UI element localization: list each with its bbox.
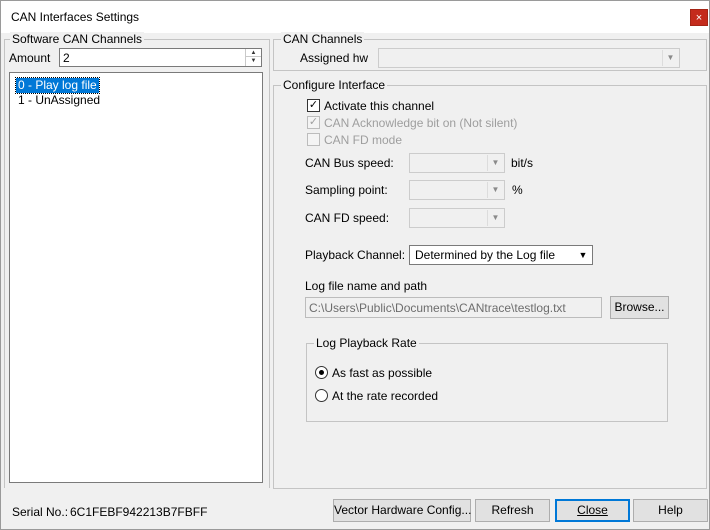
radio-rate-recorded[interactable] (315, 389, 328, 402)
bus-speed-dropdown[interactable]: ▼ (409, 153, 505, 173)
ack-label: CAN Acknowledge bit on (Not silent) (324, 116, 518, 130)
playback-channel-dropdown[interactable]: Determined by the Log file ▼ (409, 245, 593, 265)
sampling-point-label: Sampling point: (305, 183, 388, 197)
radio-as-fast-label: As fast as possible (332, 366, 433, 380)
close-button[interactable]: Close (555, 499, 630, 522)
can-channels-legend: CAN Channels (281, 32, 365, 46)
spin-up-icon[interactable]: ▲ (246, 49, 261, 57)
playback-channel-value: Determined by the Log file (415, 248, 556, 262)
playback-rate-legend: Log Playback Rate (314, 336, 419, 350)
amount-spin-buttons: ▲ ▼ (245, 49, 261, 66)
log-file-field[interactable]: C:\Users\Public\Documents\CANtrace\testl… (305, 297, 602, 318)
title-bar: CAN Interfaces Settings × (1, 1, 709, 33)
fd-mode-label: CAN FD mode (324, 133, 403, 147)
playback-rate-group (306, 343, 668, 422)
radio-rate-recorded-label: At the rate recorded (332, 389, 439, 403)
fd-speed-dropdown[interactable]: ▼ (409, 208, 505, 228)
vector-hardware-config-button[interactable]: Vector Hardware Config... (333, 499, 471, 522)
radio-as-fast[interactable] (315, 366, 328, 379)
fd-mode-checkbox[interactable] (307, 133, 320, 146)
channel-list[interactable]: 0 - Play log file 1 - UnAssigned (9, 72, 263, 483)
assigned-hw-dropdown[interactable]: ▼ (378, 48, 680, 68)
amount-value: 2 (63, 51, 70, 65)
browse-button[interactable]: Browse... (610, 296, 669, 319)
chevron-down-icon: ▼ (487, 210, 503, 226)
software-channels-legend: Software CAN Channels (10, 32, 145, 46)
spin-down-icon[interactable]: ▼ (246, 57, 261, 65)
serial-label: Serial No.: (12, 505, 69, 519)
sampling-point-dropdown[interactable]: ▼ (409, 180, 505, 200)
log-file-value: C:\Users\Public\Documents\CANtrace\testl… (309, 301, 566, 315)
activate-checkbox[interactable]: ✓ (307, 99, 320, 112)
list-item[interactable]: 0 - Play log file (15, 77, 100, 94)
chevron-down-icon: ▼ (662, 50, 678, 66)
activate-label: Activate this channel (324, 99, 435, 113)
fd-speed-label: CAN FD speed: (305, 211, 390, 225)
log-file-label: Log file name and path (305, 279, 428, 293)
ack-checkbox[interactable]: ✓ (307, 116, 320, 129)
configure-interface-legend: Configure Interface (281, 78, 388, 92)
playback-channel-label: Playback Channel: (305, 248, 406, 262)
dialog-window: CAN Interfaces Settings × Software CAN C… (0, 0, 710, 530)
assigned-hw-label: Assigned hw (300, 51, 369, 65)
help-button[interactable]: Help (633, 499, 708, 522)
sampling-point-unit: % (512, 183, 523, 197)
chevron-down-icon: ▼ (578, 250, 588, 260)
amount-spinner[interactable]: 2 ▲ ▼ (59, 48, 262, 67)
refresh-button[interactable]: Refresh (475, 499, 550, 522)
serial-value: 6C1FEBF942213B7FBFF (70, 505, 208, 519)
close-icon[interactable]: × (690, 9, 708, 26)
amount-label: Amount (9, 51, 51, 65)
list-item[interactable]: 1 - UnAssigned (16, 93, 102, 108)
chevron-down-icon: ▼ (487, 155, 503, 171)
bus-speed-label: CAN Bus speed: (305, 156, 394, 170)
bus-speed-unit: bit/s (511, 156, 534, 170)
chevron-down-icon: ▼ (487, 182, 503, 198)
window-title: CAN Interfaces Settings (11, 10, 140, 24)
